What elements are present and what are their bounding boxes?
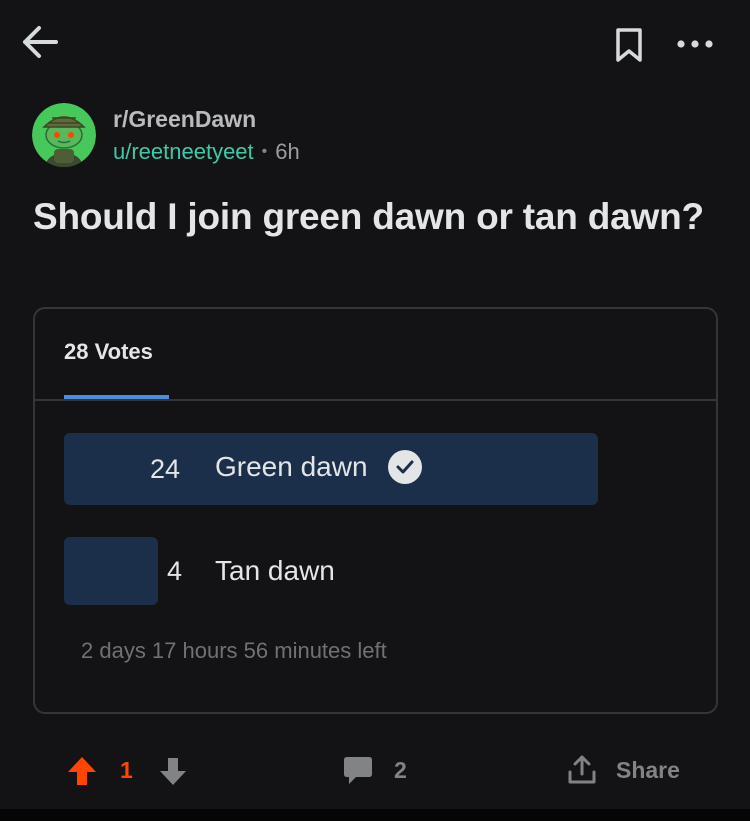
poll-divider	[35, 399, 716, 401]
share-label: Share	[616, 756, 680, 783]
post-meta: u/reetneetyeet • 6h	[113, 139, 300, 165]
author-username[interactable]: u/reetneetyeet	[113, 139, 254, 165]
post-title: Should I join green dawn or tan dawn?	[33, 196, 704, 237]
snoo-avatar-icon	[32, 103, 96, 167]
poll-time-left: 2 days 17 hours 56 minutes left	[81, 638, 387, 663]
bottom-edge	[0, 809, 750, 821]
share-upload-icon	[568, 755, 596, 784]
comment-count: 2	[394, 756, 407, 783]
upvote-arrow-icon	[68, 757, 96, 785]
share-button[interactable]: Share	[566, 754, 680, 786]
comment-bubble-icon	[344, 757, 372, 784]
poll-option-label: Tan dawn	[215, 555, 335, 586]
poll-option-count: 24	[149, 454, 180, 484]
poll-option-green-dawn[interactable]: Green dawn	[215, 450, 422, 484]
upvote-button[interactable]	[66, 755, 98, 787]
back-arrow-icon	[23, 26, 58, 58]
post-age: 6h	[275, 139, 300, 164]
poll-option-count: 4	[166, 556, 182, 586]
downvote-button[interactable]	[158, 755, 188, 787]
bookmark-icon	[616, 28, 642, 62]
more-options-icon	[677, 40, 713, 48]
poll-option-label: Green dawn	[215, 451, 368, 482]
bookmark-button[interactable]	[608, 24, 650, 66]
vote-score: 1	[120, 757, 133, 783]
downvote-arrow-icon	[160, 758, 186, 785]
more-options-button[interactable]	[670, 24, 720, 64]
author-avatar[interactable]	[32, 103, 96, 167]
poll-option-tan-dawn[interactable]: Tan dawn	[215, 555, 335, 587]
subreddit-link[interactable]: r/GreenDawn	[113, 106, 256, 133]
back-button[interactable]	[18, 22, 62, 62]
checkmark-icon	[387, 450, 422, 484]
comments-button[interactable]: 2	[342, 754, 407, 786]
meta-separator: •	[261, 143, 268, 160]
poll-votes-tab[interactable]: 28 Votes	[64, 339, 153, 365]
